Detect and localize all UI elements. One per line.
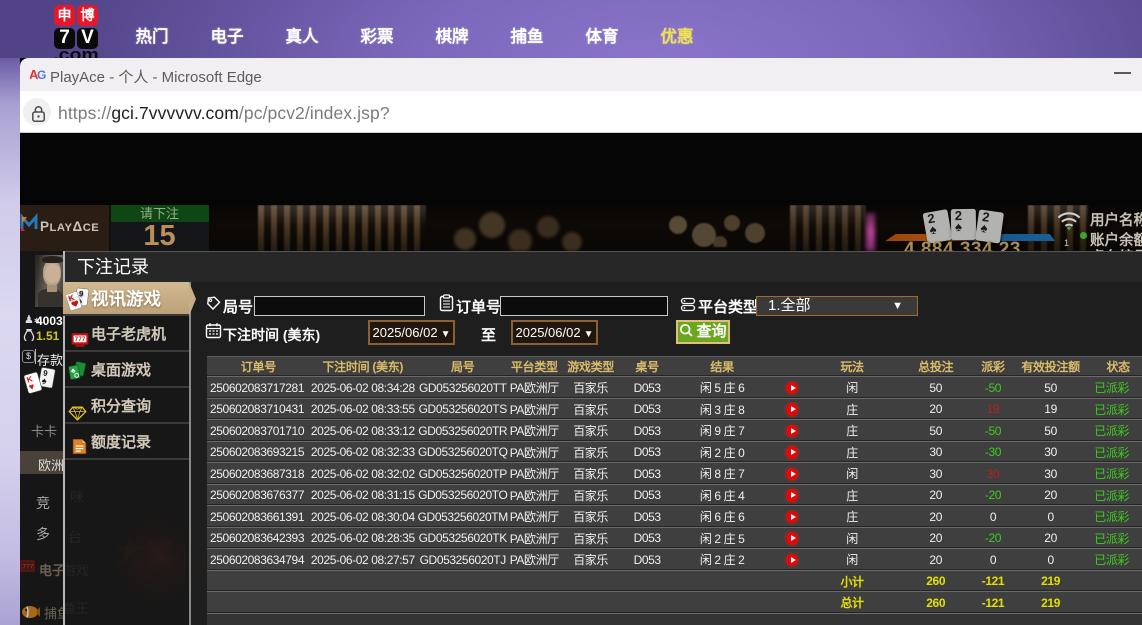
svg-text:777: 777 — [75, 337, 86, 343]
svg-text:G: G — [37, 68, 46, 82]
svg-text:777: 777 — [23, 564, 34, 571]
